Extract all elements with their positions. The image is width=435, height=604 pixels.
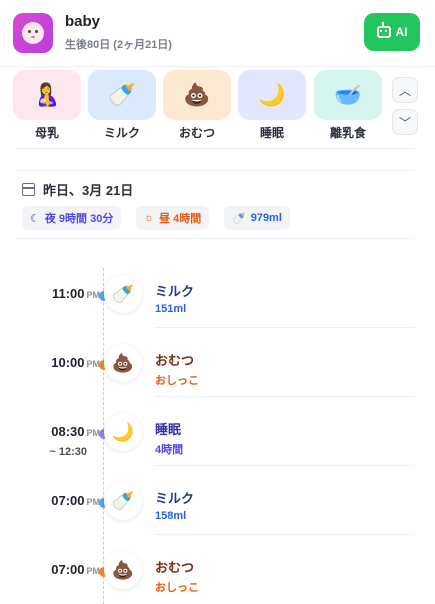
date-header[interactable]: 昨日、3月 21日: [22, 180, 133, 199]
entry-divider: [155, 465, 415, 466]
section-divider: [15, 238, 415, 239]
ai-button-label: AI: [395, 25, 408, 39]
baby-avatar[interactable]: [13, 13, 53, 53]
entry-ampm: PM: [86, 566, 101, 576]
chevron-up-icon: ︿: [398, 83, 411, 98]
milk-total-chip: 🍼 979ml: [224, 206, 290, 230]
entry-time: 08:30 PM: [51, 424, 100, 439]
entry-ampm: PM: [86, 497, 101, 507]
calendar-icon: [22, 183, 35, 196]
baby-bottle-icon: 🍼: [104, 482, 142, 520]
poop-icon: 💩: [104, 344, 142, 382]
baby-bottle-icon: 🍼: [104, 275, 142, 313]
robot-icon: [376, 22, 391, 38]
entry-time: 11:00 PM: [51, 286, 101, 301]
entry-title: ミルク: [155, 491, 195, 506]
moon-icon: 🌙: [104, 413, 142, 451]
timeline-entry-diaper[interactable]: 10:00 PM 💩 おむつおしっこ: [0, 341, 435, 410]
scroll-down-button[interactable]: ﹀: [392, 109, 418, 135]
entry-detail: おしっこ: [155, 375, 199, 387]
scroll-up-button[interactable]: ︿: [392, 77, 418, 103]
night-sleep-total: 夜 9時間 30分: [44, 213, 114, 225]
baby-age: 生後80日 (2ヶ月21日): [65, 39, 172, 51]
entry-divider: [155, 327, 415, 328]
ai-assistant-button[interactable]: AI: [364, 13, 420, 51]
milk-total: 979ml: [250, 212, 282, 224]
day-sleep-chip: ☼ 昼 4時間: [136, 206, 210, 230]
date-label: 昨日、3月 21日: [43, 183, 134, 198]
category-label: おむつ: [178, 126, 215, 140]
category-tile[interactable]: 💩 おむつ: [163, 70, 231, 142]
app-header: baby 生後80日 (2ヶ月21日) AI: [0, 0, 435, 66]
entry-title: 睡眠: [155, 422, 182, 437]
entry-detail: 158ml: [155, 510, 187, 522]
baby-bottle-icon: 🍼: [108, 82, 136, 107]
entry-detail: 4時間: [155, 444, 184, 456]
entry-title: おむつ: [155, 353, 195, 368]
entry-ampm: PM: [86, 359, 101, 369]
timeline-entry-diaper[interactable]: 07:00 PM 💩 おむつおしっこ: [0, 548, 435, 604]
entry-detail: 151ml: [155, 303, 187, 315]
baby-name[interactable]: baby: [65, 13, 100, 30]
moon-outline-icon: ☾: [30, 212, 40, 225]
section-divider: [15, 148, 415, 149]
entry-divider: [155, 396, 415, 397]
day-sleep-total: 昼 4時間: [159, 213, 202, 225]
entry-time: 07:00 PM: [51, 562, 100, 577]
category-label: 睡眠: [259, 126, 284, 140]
entry-title: ミルク: [155, 284, 195, 299]
night-sleep-chip: ☾ 夜 9時間 30分: [22, 206, 122, 230]
chevron-down-icon: ﹀: [398, 115, 411, 130]
category-label: 離乳食: [329, 126, 366, 140]
sun-icon: ☼: [144, 212, 155, 224]
entry-ampm: PM: [86, 428, 101, 438]
category-tile[interactable]: 🥣 離乳食: [314, 70, 382, 142]
entry-ampm: PM: [86, 290, 101, 300]
timeline-entry-milk[interactable]: 11:00 PM 🍼 ミルク 151ml: [0, 272, 435, 341]
entry-divider: [155, 534, 415, 535]
category-label: ミルク: [103, 126, 140, 140]
entry-end-time: ~ 12:30: [49, 446, 87, 458]
timeline-entry-milk[interactable]: 07:00 PM 🍼 ミルク 158ml: [0, 479, 435, 548]
poop-icon: 💩: [183, 82, 211, 107]
section-divider: [15, 170, 415, 171]
header-divider: [0, 66, 435, 67]
category-tile[interactable]: 🍼 ミルク: [88, 70, 156, 142]
baby-food-bowl-icon: 🥣: [334, 82, 362, 107]
category-label: 母乳: [34, 126, 59, 140]
entry-detail: おしっこ: [155, 582, 199, 594]
entry-title: おむつ: [155, 560, 195, 575]
poop-icon: 💩: [104, 551, 142, 589]
moon-icon: 🌙: [258, 82, 286, 107]
category-tile[interactable]: 🤱 母乳: [13, 70, 81, 142]
baby-bottle-icon: 🍼: [232, 212, 246, 225]
entry-time: 07:00 PM: [51, 493, 100, 508]
baby-face-icon: [22, 22, 44, 44]
entry-time: 10:00 PM: [51, 355, 100, 370]
category-tile[interactable]: 🌙 睡眠: [238, 70, 306, 142]
breastfeeding-icon: 🤱: [33, 82, 61, 107]
timeline-entry-sleep[interactable]: 08:30 PM ~ 12:30 🌙 睡眠 4時間: [0, 410, 435, 479]
